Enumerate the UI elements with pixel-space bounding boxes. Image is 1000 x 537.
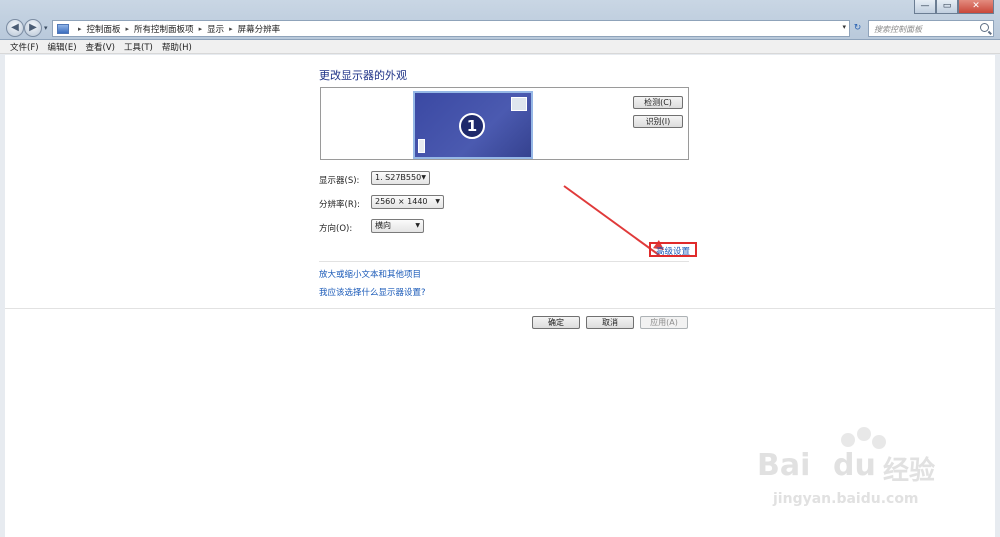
window-thumbnail-icon — [418, 139, 425, 153]
detect-button[interactable]: 检测(C) — [633, 96, 683, 109]
refresh-button[interactable]: ↻ — [851, 20, 864, 37]
search-placeholder: 搜索控制面板 — [874, 25, 922, 34]
display-select-value: 1. S27B550 — [375, 173, 422, 182]
breadcrumb-control-panel[interactable]: 控制面板 — [87, 23, 121, 35]
paw-logo-icon — [872, 435, 886, 449]
cancel-button[interactable]: 取消 — [586, 316, 634, 329]
watermark-brand-bai: Bai — [757, 448, 811, 483]
display-label: 显示器(S): — [319, 176, 360, 186]
footer-divider — [5, 308, 995, 309]
address-bar[interactable]: ▸ 控制面板 ▸ 所有控制面板项 ▸ 显示 ▸ 屏幕分辨率 ▾ — [52, 20, 850, 37]
monitor-preview-panel: 1 检测(C) 识别(I) — [320, 87, 689, 160]
monitor-number-badge: 1 — [459, 113, 485, 139]
text-size-link[interactable]: 放大或缩小文本和其他项目 — [319, 268, 421, 280]
ok-button[interactable]: 确定 — [532, 316, 580, 329]
address-dropdown-icon[interactable]: ▾ — [842, 23, 846, 31]
chevron-down-icon: ▼ — [435, 198, 440, 205]
orientation-select-value: 横向 — [375, 221, 391, 230]
menu-help[interactable]: 帮助(H) — [162, 41, 192, 53]
search-icon[interactable] — [980, 23, 989, 32]
orientation-label: 方向(O): — [319, 224, 353, 234]
resolution-select[interactable]: 2560 × 1440 ▼ — [371, 195, 444, 209]
paw-logo-icon — [841, 433, 855, 447]
annotation-arrow-line — [563, 185, 661, 257]
watermark-url: jingyan.baidu.com — [773, 491, 919, 507]
navigation-row: ◀ ▶ ▾ ▸ 控制面板 ▸ 所有控制面板项 ▸ 显示 ▸ 屏幕分辨率 ▾ ↻ … — [0, 17, 1000, 39]
menu-file[interactable]: 文件(F) — [10, 41, 39, 53]
identify-button[interactable]: 识别(I) — [633, 115, 683, 128]
watermark-brand-cn: 经验 — [883, 456, 936, 486]
search-input[interactable]: 搜索控制面板 — [868, 20, 994, 37]
orientation-select[interactable]: 横向 ▼ — [371, 219, 424, 233]
menu-tools[interactable]: 工具(T) — [124, 41, 153, 53]
resolution-select-value: 2560 × 1440 — [375, 197, 428, 206]
back-button[interactable]: ◀ — [6, 19, 24, 37]
watermark-brand-du: du — [833, 448, 876, 483]
main-content: 更改显示器的外观 1 检测(C) 识别(I) 显示器(S): 1. S27B55… — [5, 55, 995, 537]
menu-bar: 文件(F) 编辑(E) 查看(V) 工具(T) 帮助(H) — [0, 40, 1000, 54]
maximize-button[interactable]: ▭ — [936, 0, 958, 14]
window-controls: — ▭ ✕ — [914, 0, 994, 14]
section-divider — [319, 261, 689, 262]
chevron-down-icon: ▼ — [415, 222, 420, 229]
window-thumbnail-icon — [511, 97, 527, 111]
advanced-settings-link[interactable]: 高级设置 — [656, 245, 690, 257]
title-bar: — ▭ ✕ ◀ ▶ ▾ ▸ 控制面板 ▸ 所有控制面板项 ▸ 显示 ▸ 屏幕分辨… — [0, 0, 1000, 40]
breadcrumb-screen-resolution[interactable]: 屏幕分辨率 — [238, 23, 281, 35]
breadcrumb-separator-icon[interactable]: ▸ — [229, 25, 233, 33]
display-select[interactable]: 1. S27B550 ▼ — [371, 171, 430, 185]
breadcrumb-separator-icon[interactable]: ▸ — [199, 25, 203, 33]
page-title: 更改显示器的外观 — [319, 69, 407, 82]
forward-button[interactable]: ▶ — [24, 19, 42, 37]
menu-view[interactable]: 查看(V) — [86, 41, 115, 53]
paw-logo-icon — [857, 427, 871, 441]
monitor-1-preview[interactable]: 1 — [413, 91, 533, 159]
recent-pages-dropdown-icon[interactable]: ▾ — [44, 24, 48, 32]
breadcrumb-all-items[interactable]: 所有控制面板项 — [134, 23, 194, 35]
breadcrumb-separator-icon[interactable]: ▸ — [78, 25, 82, 33]
breadcrumb-separator-icon[interactable]: ▸ — [126, 25, 130, 33]
resolution-label: 分辨率(R): — [319, 200, 360, 210]
close-button[interactable]: ✕ — [958, 0, 994, 14]
minimize-button[interactable]: — — [914, 0, 936, 14]
which-settings-link[interactable]: 我应该选择什么显示器设置? — [319, 286, 426, 298]
control-panel-icon — [57, 23, 69, 34]
chevron-down-icon: ▼ — [421, 174, 426, 181]
menu-edit[interactable]: 编辑(E) — [48, 41, 77, 53]
apply-button[interactable]: 应用(A) — [640, 316, 688, 329]
breadcrumb-display[interactable]: 显示 — [207, 23, 224, 35]
